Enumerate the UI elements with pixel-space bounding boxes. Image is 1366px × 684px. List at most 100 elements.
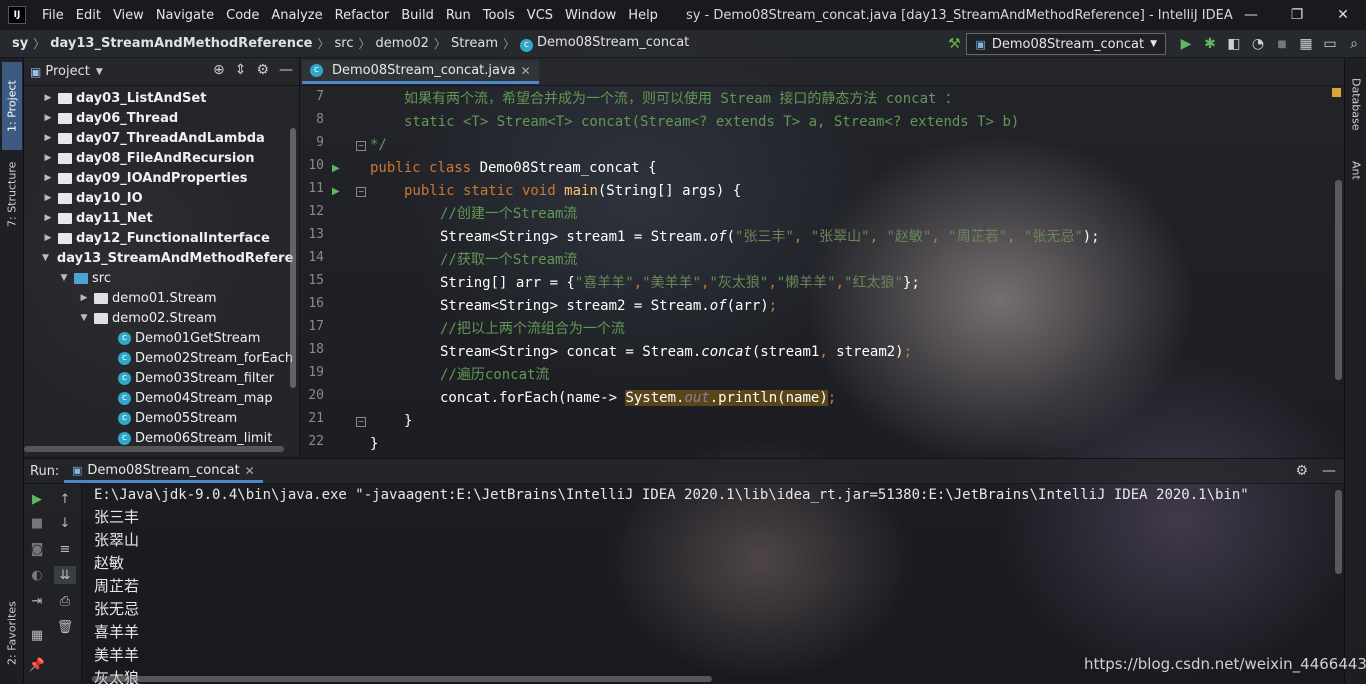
tree-item-demo02-stream[interactable]: ▼ demo02.Stream [24,308,294,328]
fold-icon[interactable]: − [356,417,366,427]
tab-project-tool[interactable]: 1: Project [2,62,22,150]
tree-item-src[interactable]: ▼ src [24,268,294,288]
console-vertical-scrollbar[interactable] [1335,490,1342,574]
gear-icon[interactable]: ⚙ [1295,463,1308,479]
breadcrumb-class[interactable]: c Demo08Stream_concat [520,35,689,52]
tab-favorites-tool[interactable]: 2: Favorites [2,588,22,678]
terminal-icon[interactable]: ▭ [1318,32,1342,56]
scroll-to-end-icon[interactable]: ⇊ [54,566,76,584]
tree-item-day03[interactable]: ▶ day03_ListAndSet [24,88,294,108]
chevron-down-icon[interactable]: ▼ [96,67,103,77]
close-icon[interactable]: ✕ [245,464,255,478]
hide-icon[interactable]: — [1322,463,1336,479]
fold-icon[interactable]: − [356,141,366,151]
restore-button[interactable]: ❐ [1274,0,1320,30]
tree-item-class[interactable]: c Demo02Stream_forEach [24,348,294,368]
menu-file[interactable]: File [36,8,70,23]
line-number: 20 [308,388,324,403]
gear-icon[interactable]: ⚙ [256,62,269,78]
warning-stripe-icon[interactable] [1332,88,1341,97]
run-icon[interactable]: ▶ [1174,32,1198,56]
tree-item-day08[interactable]: ▶ day08_FileAndRecursion [24,148,294,168]
menu-vcs[interactable]: VCS [521,8,559,23]
profile-icon[interactable]: ◔ [1246,32,1270,56]
chevron-right-icon: ▶ [44,133,52,143]
tree-item-class[interactable]: c Demo05Stream [24,408,294,428]
tree-item-day11[interactable]: ▶ day11_Net [24,208,294,228]
project-vertical-scrollbar[interactable] [290,128,296,388]
console-output-line: 喜羊羊 [94,623,140,641]
breadcrumb-project[interactable]: sy [12,36,28,51]
project-structure-icon[interactable]: ▦ [1294,32,1318,56]
tab-database-tool[interactable]: Database [1346,64,1366,144]
stop-icon[interactable]: ■ [26,514,48,532]
tree-item-day12[interactable]: ▶ day12_FunctionalInterface [24,228,294,248]
run-configuration-select[interactable]: ▣ Demo08Stream_concat ▼ [966,33,1166,55]
breadcrumb-module[interactable]: day13_StreamAndMethodReference [50,36,312,51]
menu-code[interactable]: Code [220,8,265,23]
menu-navigate[interactable]: Navigate [150,8,220,23]
search-everywhere-icon[interactable]: ⌕ [1342,32,1366,56]
close-icon[interactable]: ✕ [521,64,531,78]
run-gutter-icon[interactable]: ▶ [332,163,340,174]
down-arrow-icon[interactable]: ↓ [54,514,76,532]
fold-icon[interactable]: − [356,187,366,197]
minimize-button[interactable]: — [1228,0,1274,30]
soft-wrap-icon[interactable]: ≡ [54,540,76,558]
collapse-all-icon[interactable]: ⇕ [235,62,247,78]
tree-item-class[interactable]: c Demo03Stream_filter [24,368,294,388]
trash-icon[interactable]: 🗑 [54,618,76,636]
stop-icon[interactable]: ■ [1270,32,1294,56]
layout-icon[interactable]: ▦ [26,626,48,644]
up-arrow-icon[interactable]: ↑ [54,490,76,508]
run-tab-demo08-stream-concat[interactable]: ▣ Demo08Stream_concat ✕ [64,461,263,483]
tree-item-day06[interactable]: ▶ day06_Thread [24,108,294,128]
project-horizontal-scrollbar[interactable] [24,446,284,452]
camera-icon[interactable]: ◙ [26,540,48,558]
run-gutter-icon[interactable]: ▶ [332,186,340,197]
tree-item-day07[interactable]: ▶ day07_ThreadAndLambda [24,128,294,148]
tree-item-day13[interactable]: ▼ day13_StreamAndMethodReferenc [24,248,294,268]
menu-edit[interactable]: Edit [70,8,107,23]
locate-icon[interactable]: ⊕ [213,62,225,78]
rerun-icon[interactable]: ▶ [26,490,48,508]
menu-analyze[interactable]: Analyze [265,8,328,23]
code-line-20: concat.forEach(name-> System.out.println… [440,390,837,406]
tree-item-class[interactable]: c Demo04Stream_map [24,388,294,408]
menu-refactor[interactable]: Refactor [329,8,396,23]
project-view-select[interactable]: Project [45,64,89,79]
line-number: 16 [308,296,324,311]
menu-run[interactable]: Run [440,8,477,23]
class-icon: c [118,411,131,425]
tree-item-day09[interactable]: ▶ day09_IOAndProperties [24,168,294,188]
breadcrumb-src[interactable]: src [335,36,354,51]
breadcrumb-stream[interactable]: Stream [451,36,498,51]
console-horizontal-scrollbar[interactable] [92,676,712,682]
menu-build[interactable]: Build [395,8,440,23]
print-icon[interactable]: ⎙ [54,592,76,610]
exit-icon[interactable]: ⇥ [26,592,48,610]
hide-icon[interactable]: — [279,62,293,78]
tab-demo08-stream-concat[interactable]: c Demo08Stream_concat.java ✕ [302,60,539,84]
tab-ant-tool[interactable]: Ant [1346,150,1366,190]
close-window-button[interactable]: ✕ [1320,0,1366,30]
code-editor[interactable]: 如果有两个流，希望合并成为一个流，则可以使用 Stream 接口的静态方法 co… [370,86,1340,456]
tree-item-day10[interactable]: ▶ day10_IO [24,188,294,208]
debug-icon[interactable]: ✱ [1198,32,1222,56]
menu-tools[interactable]: Tools [477,8,521,23]
tab-structure-tool[interactable]: 7: Structure [2,154,22,234]
menu-view[interactable]: View [107,8,150,23]
tree-item-class[interactable]: c Demo06Stream_limit [24,428,294,448]
editor-vertical-scrollbar[interactable] [1335,180,1342,380]
menu-help[interactable]: Help [622,8,664,23]
tree-item-demo01-stream[interactable]: ▶ demo01.Stream [24,288,294,308]
console-output[interactable]: E:\Java\jdk-9.0.4\bin\java.exe "-javaage… [82,484,1344,684]
coverage-icon[interactable]: ◧ [1222,32,1246,56]
pin-icon[interactable]: 📌 [26,656,48,674]
menu-window[interactable]: Window [559,8,622,23]
application-icon: ▣ [975,37,986,51]
breadcrumb-demo02[interactable]: demo02 [376,36,429,51]
restore-layout-icon[interactable]: ◐ [26,566,48,584]
hammer-icon[interactable]: ⚒ [942,32,966,56]
tree-item-class[interactable]: c Demo01GetStream [24,328,294,348]
